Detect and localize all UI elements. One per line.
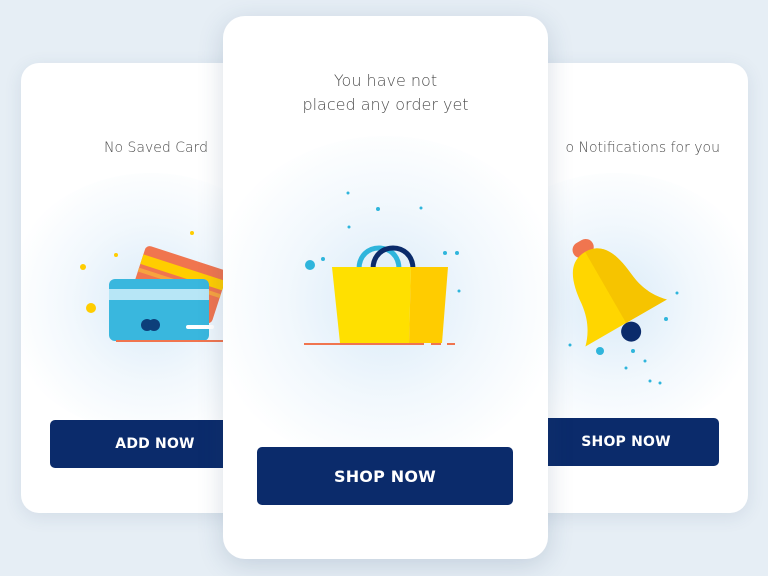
shop-now-button[interactable]: SHOP NOW xyxy=(257,447,513,505)
empty-state-message: You have not placed any order yet xyxy=(223,69,548,117)
message-line-1: You have not xyxy=(333,71,438,90)
message-line-2: placed any order yet xyxy=(302,95,469,114)
bell-icon xyxy=(568,238,679,385)
credit-card-icon xyxy=(80,231,234,342)
empty-card-orders: You have not placed any order yet SHOP N… xyxy=(223,16,548,559)
shopping-bag-icon xyxy=(304,191,461,345)
shop-now-button[interactable]: SHOP NOW xyxy=(533,418,719,466)
